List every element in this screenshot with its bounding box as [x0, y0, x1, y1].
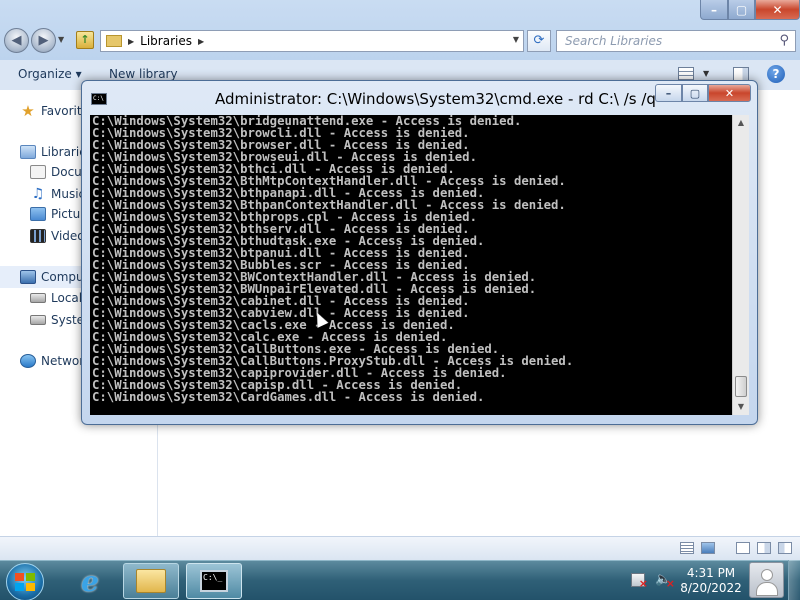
status-bar: [0, 536, 800, 560]
change-view-icon[interactable]: [678, 67, 694, 81]
network-icon: [20, 354, 36, 368]
pictures-icon: [30, 207, 46, 221]
drive-icon: [30, 315, 46, 325]
computer-icon: [20, 270, 36, 284]
organize-button[interactable]: Organize ▾: [18, 67, 82, 81]
cmd-window-title: Administrator: C:\Windows\System32\cmd.e…: [215, 90, 656, 108]
chevron-right-icon[interactable]: ▶: [198, 37, 204, 46]
user-avatar[interactable]: [749, 562, 784, 598]
folder-up-icon[interactable]: ↑: [76, 31, 94, 49]
cmd-window[interactable]: C:\ Administrator: C:\Windows\System32\c…: [81, 80, 758, 425]
console-scrollbar[interactable]: ▲ ▼: [732, 115, 749, 415]
search-icon[interactable]: ⚲: [779, 33, 789, 48]
nav-item-music[interactable]: ♫ Music: [30, 186, 85, 202]
preview-pane-icon[interactable]: [733, 67, 749, 81]
help-icon[interactable]: ?: [767, 65, 785, 83]
minimize-button[interactable]: –: [700, 0, 728, 20]
close-button[interactable]: ✕: [755, 0, 800, 20]
star-icon: ★: [21, 102, 35, 120]
address-bar[interactable]: ▶ Libraries ▶ ▼: [100, 30, 524, 52]
cmd-close-button[interactable]: ✕: [708, 84, 751, 102]
layout-icon[interactable]: [778, 542, 792, 554]
show-desktop-button[interactable]: [788, 560, 800, 600]
folder-icon: [136, 569, 166, 593]
forward-arrow-icon[interactable]: ▶: [31, 28, 56, 53]
scroll-up-icon[interactable]: ▲: [733, 115, 749, 131]
new-library-button[interactable]: New library: [109, 67, 178, 81]
documents-icon: [30, 165, 46, 179]
console-lines: C:\Windows\System32\bridgeunattend.exe -…: [92, 115, 573, 403]
scroll-down-icon[interactable]: ▼: [733, 399, 749, 415]
clock-date: 8/20/2022: [680, 581, 742, 595]
console-line: C:\Windows\System32\CardGames.dll - Acce…: [92, 390, 485, 404]
taskbar-explorer-button[interactable]: [123, 563, 179, 599]
volume-icon[interactable]: 🔈: [655, 573, 675, 592]
flag-yellow: [26, 583, 35, 591]
cmd-minimize-button[interactable]: –: [655, 84, 682, 102]
avatar-body: [755, 582, 778, 596]
command-prompt-icon[interactable]: C:\: [91, 93, 107, 105]
drive-icon: [30, 293, 46, 303]
address-dropdown[interactable]: ▼: [513, 35, 519, 44]
maximize-button[interactable]: ▢: [728, 0, 755, 20]
music-icon: ♫: [31, 186, 45, 202]
nav-label: Docu: [51, 165, 82, 179]
nav-item-documents[interactable]: Docu: [30, 165, 82, 179]
command-prompt-icon: C:\_: [200, 570, 228, 592]
console-output[interactable]: C:\Windows\System32\bridgeunattend.exe -…: [90, 115, 732, 415]
breadcrumb-libraries[interactable]: Libraries: [140, 34, 192, 48]
library-icon: [20, 145, 36, 159]
videos-icon: [30, 229, 46, 243]
navigation-row: ◀ ▶ ▼ ↑ ▶ Libraries ▶ ▼ ⟳ Search Librari…: [0, 26, 800, 56]
taskbar: e C:\_ 🔈 4:31 PM 8/20/2022: [0, 560, 800, 600]
scroll-thumb[interactable]: [735, 376, 747, 397]
system-clock[interactable]: 4:31 PM 8/20/2022: [676, 566, 746, 596]
search-input[interactable]: Search Libraries ⚲: [556, 30, 796, 52]
taskbar-cmd-button[interactable]: C:\_: [186, 563, 242, 599]
recent-pages-dropdown[interactable]: ▼: [58, 35, 64, 44]
nav-item-favorites[interactable]: ★ Favorite: [20, 102, 89, 120]
flag-red: [15, 573, 24, 581]
back-arrow-icon[interactable]: ◀: [4, 28, 29, 53]
layout-icon[interactable]: [736, 542, 750, 554]
search-placeholder: Search Libraries: [565, 34, 663, 48]
clock-time: 4:31 PM: [686, 566, 736, 580]
details-view-icon[interactable]: [680, 542, 694, 554]
taskbar-ie-button[interactable]: e: [68, 563, 112, 599]
refresh-icon[interactable]: ⟳: [527, 30, 551, 52]
explorer-caption-buttons: – ▢ ✕: [700, 0, 800, 20]
views-dropdown[interactable]: ▼: [703, 69, 709, 78]
internet-explorer-icon: e: [81, 564, 99, 598]
cmd-caption-buttons: – ▢ ✕: [655, 84, 751, 102]
chevron-right-icon[interactable]: ▶: [128, 37, 134, 46]
flag-blue: [15, 583, 24, 591]
layout-icon[interactable]: [757, 542, 771, 554]
folder-icon: [106, 35, 122, 47]
avatar-head: [760, 569, 773, 581]
cmd-maximize-button[interactable]: ▢: [682, 84, 708, 102]
network-icon[interactable]: [631, 573, 648, 590]
thumbnail-view-icon[interactable]: [701, 542, 715, 554]
windows-start-icon[interactable]: [6, 563, 44, 600]
flag-green: [26, 573, 35, 581]
